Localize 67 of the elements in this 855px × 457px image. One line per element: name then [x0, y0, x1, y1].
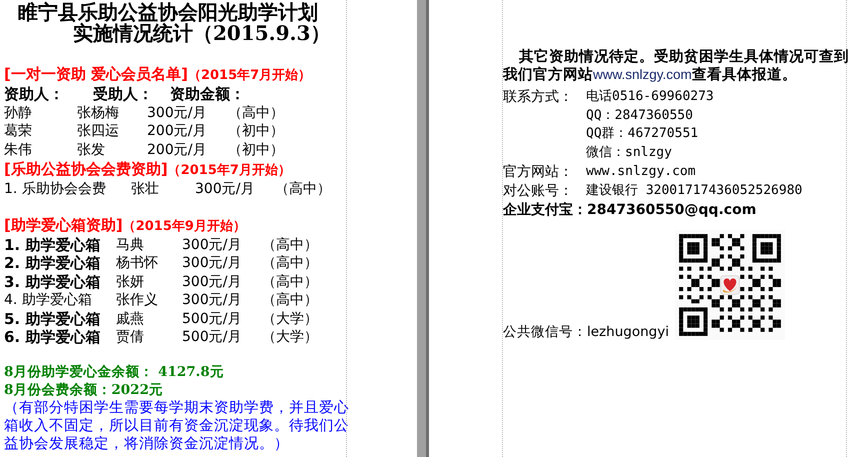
balance-text: 8月份会费余额：2022元	[4, 380, 164, 398]
start-date: （2015年9月开始）	[122, 218, 246, 234]
grade-text: （高中）	[262, 254, 318, 272]
donor-text: 1. 助学爱心箱	[4, 236, 102, 254]
website-link[interactable]: www.snlzgy.com	[593, 67, 692, 82]
amount-text: 300元/月	[147, 104, 208, 122]
grade-text: （高中）	[275, 180, 331, 198]
recipient-text: 张发	[77, 140, 106, 159]
amount-text: 300元/月	[182, 272, 242, 291]
recipient-text: 马典	[116, 236, 145, 254]
start-date: （2015年7月开始）	[188, 68, 312, 83]
balance-text: 8月份助学爱心金余额： 4127.8元	[4, 362, 225, 380]
contact-value: 电话0516-69960273	[586, 88, 714, 106]
recipient-text: 杨书怀	[116, 254, 159, 272]
contact-value: QQ群：467270551	[586, 125, 698, 144]
grade-text: （初中）	[228, 140, 284, 159]
donor-text: 4. 助学爱心箱	[4, 291, 93, 310]
note-paragraph: （有部分特困学生需要每学期末资助学费，并且爱心箱收入不固定，所以目前有资金沉淀现象。待我们公益协会发展稳定，将消除资金沉淀情况。）	[4, 398, 350, 452]
amount-text: 300元/月	[195, 180, 256, 198]
column-heading: 资助金额：	[170, 85, 245, 104]
contact-value: QQ：2847360550	[586, 106, 693, 125]
document-title: 实施情况统计（2015.9.3）	[73, 23, 332, 44]
intro-paragraph: 其它资助情况待定。受助贫困学生具体情况可查到我们官方网站www.snlzgy.com查看具体报道。	[503, 48, 850, 84]
grade-text: （高中）	[262, 272, 318, 291]
donor-text: 2. 助学爱心箱	[4, 254, 102, 272]
alipay-text: 企业支付宝：2847360550@qq.com	[503, 200, 758, 220]
grade-text: （大学）	[262, 310, 318, 328]
contact-label: 官方网站：	[503, 162, 574, 182]
contact-value: www.snlzgy.com	[586, 162, 696, 181]
contact-label: 对公账号：	[503, 182, 574, 200]
grade-text: （高中）	[228, 104, 284, 122]
amount-text: 300元/月	[182, 236, 242, 254]
amount-text: 300元/月	[182, 254, 242, 272]
column-heading: 受助人：	[93, 85, 154, 104]
donor-text: 5. 助学爱心箱	[4, 310, 102, 328]
section-heading: [乐助公益协会会费资助]	[4, 160, 168, 178]
donor-text: 6. 助学爱心箱	[4, 328, 102, 346]
amount-text: 200元/月	[147, 122, 208, 140]
amount-text: 500元/月	[182, 328, 242, 346]
contact-value: 建设银行 32001717436052526980	[586, 182, 802, 200]
donor-text: 朱伟	[4, 140, 33, 159]
grade-text: （高中）	[262, 291, 318, 310]
recipient-text: 张杨梅	[77, 104, 120, 122]
amount-text: 500元/月	[182, 310, 242, 328]
recipient-text: 张壮	[131, 180, 160, 198]
wechat-id-text: 公共微信号：lezhugongyi	[503, 323, 670, 342]
section-heading: [助学爱心箱资助]	[4, 216, 123, 234]
donor-text: 孙静	[4, 104, 33, 122]
recipient-text: 戚燕	[116, 310, 145, 328]
document-title: 睢宁县乐助公益协会阳光助学计划	[17, 2, 319, 23]
recipient-text: 张四运	[77, 122, 120, 140]
recipient-text: 张作义	[116, 291, 159, 310]
grade-text: （初中）	[228, 122, 284, 140]
donor-text: 3. 助学爱心箱	[4, 272, 102, 291]
grade-text: （大学）	[262, 328, 318, 346]
donor-text: 葛荣	[4, 122, 33, 140]
amount-text: 300元/月	[182, 291, 242, 310]
column-heading: 资助人：	[4, 85, 65, 104]
recipient-text: 张妍	[116, 272, 145, 291]
recipient-text: 贾倩	[116, 328, 145, 346]
amount-text: 200元/月	[147, 140, 208, 159]
start-date: （2015年7月开始）	[168, 163, 291, 178]
contact-label: 联系方式：	[503, 88, 574, 107]
grade-text: （高中）	[262, 236, 318, 254]
donor-text: 1. 乐助协会会费	[4, 180, 107, 198]
section-heading: [一对一资助 爱心会员名单]	[4, 65, 188, 83]
contact-value: 微信：snlzgy	[586, 144, 672, 162]
